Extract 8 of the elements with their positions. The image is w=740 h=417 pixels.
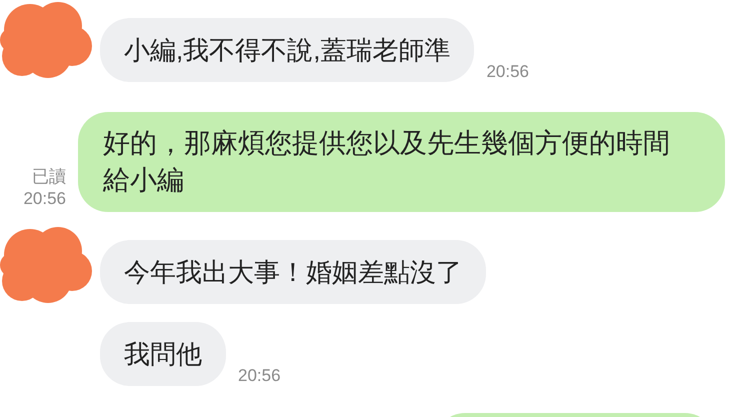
message-bubble: 好的，那麻煩您提供您以及先生幾個方便的時間給小編: [78, 112, 725, 212]
message-bubble: 小編,我不得不說,蓋瑞老師準: [100, 18, 474, 82]
message-bubble: 我問他: [100, 322, 226, 386]
message-bubble: 今年我出大事！婚姻差點沒了: [100, 240, 486, 304]
message-time: 20:56: [238, 364, 281, 386]
read-receipt: 已讀: [32, 166, 66, 188]
message-time: 20:56: [23, 188, 66, 210]
message-time: 20:56: [486, 60, 529, 82]
